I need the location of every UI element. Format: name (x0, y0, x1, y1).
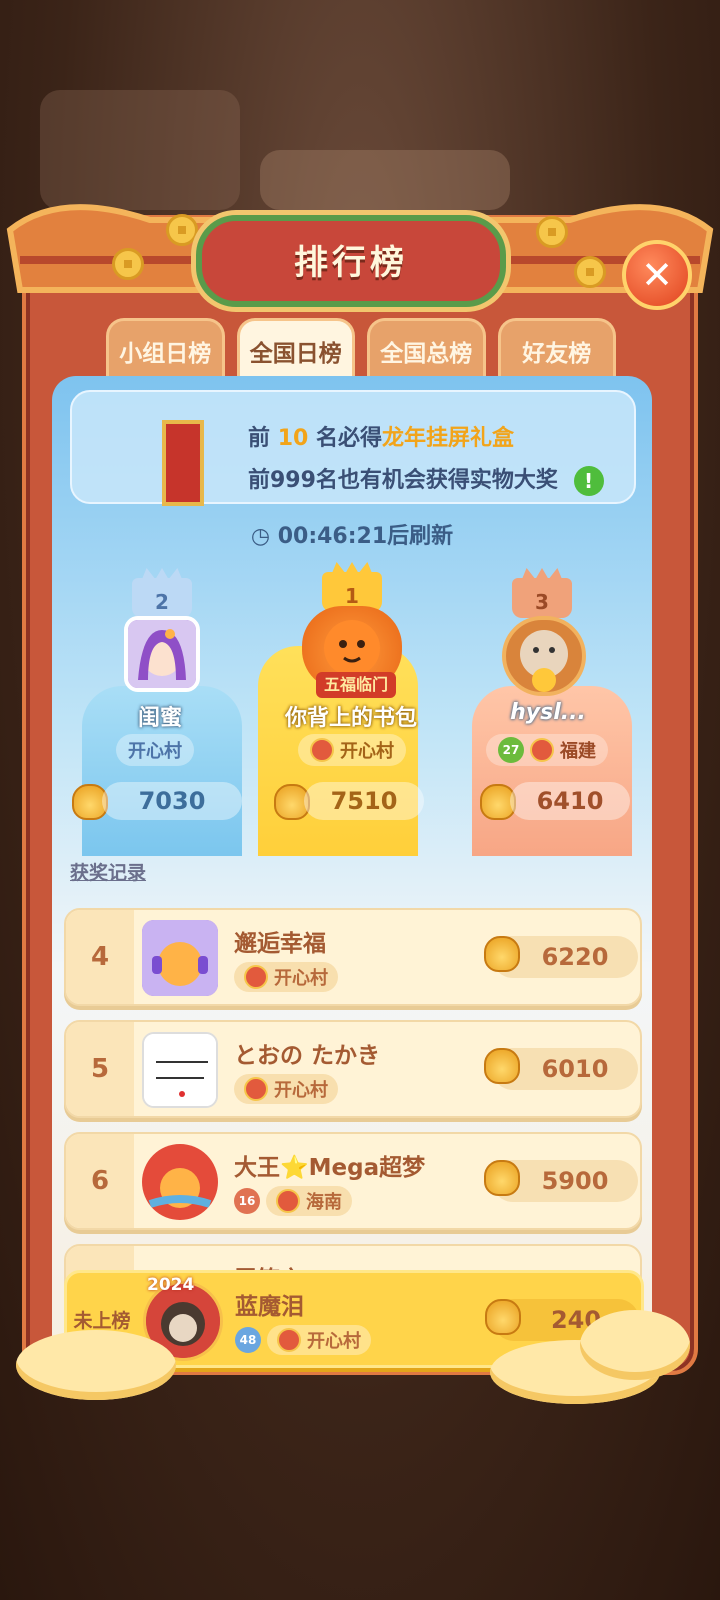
money-bag-icon (484, 936, 520, 972)
score-second: 7030 (102, 782, 242, 820)
player-tags: 开心村 (234, 1074, 338, 1104)
list-item[interactable]: 4 邂逅幸福 开心村 6220 (64, 908, 642, 1006)
girl-avatar-icon (128, 620, 196, 688)
coin-icon (166, 214, 198, 246)
avatar (142, 920, 218, 996)
rank-number: 6 (66, 1134, 134, 1228)
tab-friends[interactable]: 好友榜 (497, 318, 616, 380)
region-pill: 开心村 (234, 1074, 338, 1104)
avatar-frame-label: 五福临门 (316, 672, 396, 698)
player-tags: 16 海南 (234, 1186, 352, 1216)
reward-prefix: 前 (248, 426, 271, 451)
money-bag-icon (485, 1299, 521, 1335)
region-third-text: 福建 (560, 741, 596, 762)
clock-icon: ◷ (250, 524, 271, 549)
dragon-icon (530, 738, 554, 762)
my-name: 蓝魔泪 (235, 1294, 304, 1320)
level-badge: 16 (234, 1188, 260, 1214)
region-second: 开心村 (116, 734, 194, 766)
crown-bronze-icon: 3 (512, 578, 572, 618)
money-bag-icon (484, 1160, 520, 1196)
name-third: hysl... (510, 700, 586, 725)
region-text: 开心村 (274, 968, 328, 989)
region-first: 开心村 (298, 734, 406, 766)
coin-icon (536, 216, 568, 248)
cloud-decoration (16, 1330, 176, 1400)
title-plate: 排行榜 (196, 215, 506, 307)
tab-national-daily[interactable]: 全国日榜 (236, 318, 355, 380)
reward-line-1: 前 10 名必得龙年挂屏礼盒 (248, 420, 514, 452)
close-button[interactable]: ✕ (622, 240, 692, 310)
rank-3-number: 3 (535, 590, 549, 614)
refresh-timer: ◷ 00:46:21后刷新 (52, 518, 652, 550)
reward-middle: 名必得 (315, 426, 382, 451)
reward-line-2-text: 前999名也有机会获得实物大奖 (248, 468, 558, 493)
region-pill: 开心村 (234, 962, 338, 992)
reward-number: 10 (277, 426, 309, 451)
dragon-icon (244, 1077, 268, 1101)
player-name: とおの たかき (234, 1043, 381, 1069)
reward-line-2[interactable]: 前999名也有机会获得实物大奖 ! (248, 462, 604, 496)
dragon-icon (277, 1328, 301, 1352)
region-second-text: 开心村 (128, 741, 182, 762)
exclamation-icon[interactable]: ! (573, 466, 604, 496)
level-badge: 27 (498, 737, 524, 763)
player-name: 大王⭐Mega超梦 (234, 1155, 426, 1181)
score-first: 7510 (304, 782, 424, 820)
my-avatar-frame-label: 2024 (147, 1275, 195, 1295)
list-item[interactable]: 5 とおの たかき 开心村 6010 (64, 1020, 642, 1118)
region-pill: 海南 (266, 1186, 352, 1216)
cloud-decoration (580, 1310, 690, 1380)
avatar (142, 1144, 218, 1220)
coin-icon (574, 256, 606, 288)
rank-number: 4 (66, 910, 134, 1004)
reward-info-card: 前 10 名必得龙年挂屏礼盒 前999名也有机会获得实物大奖 ! (70, 390, 636, 506)
page-title: 排行榜 (294, 243, 408, 283)
list-item[interactable]: 6 大王⭐Mega超梦 16 海南 5900 (64, 1132, 642, 1230)
tab-bar: 小组日榜 全国日榜 全国总榜 好友榜 (106, 318, 616, 380)
crown-silver-icon: 2 (132, 578, 192, 618)
chick-dragon-icon (144, 1146, 216, 1218)
player-name: 邂逅幸福 (234, 931, 326, 957)
dragon-icon (276, 1189, 300, 1213)
scroll-gift-icon (162, 420, 204, 506)
reward-highlight: 龙年挂屏礼盒 (382, 426, 515, 451)
chick-headphones-icon (142, 920, 218, 996)
refresh-text: 00:46:21后刷新 (277, 524, 454, 549)
tab-national-total[interactable]: 全国总榜 (367, 318, 486, 380)
close-icon: ✕ (641, 253, 673, 297)
my-tags: 48 开心村 (235, 1325, 371, 1355)
name-first: 你背上的书包 (284, 706, 417, 731)
avatar (142, 1032, 218, 1108)
region-text: 开心村 (274, 1080, 328, 1101)
rank-number: 5 (66, 1022, 134, 1116)
region-first-text: 开心村 (340, 741, 394, 762)
tab-group-daily[interactable]: 小组日榜 (106, 318, 225, 380)
coin-icon (112, 248, 144, 280)
name-second: 闺蜜 (137, 706, 182, 731)
avatar-third[interactable] (502, 616, 586, 696)
dragon-icon (310, 738, 334, 762)
region-third: 27 福建 (486, 734, 608, 766)
score-third: 6410 (510, 782, 630, 820)
leaderboard-panel: 前 10 名必得龙年挂屏礼盒 前999名也有机会获得实物大奖 ! ◷ 00:46… (52, 376, 652, 1366)
region-pill: 开心村 (267, 1325, 371, 1355)
dragon-icon (244, 965, 268, 989)
rank-1-number: 1 (345, 584, 359, 608)
region-text: 开心村 (307, 1331, 361, 1352)
rank-2-number: 2 (155, 590, 169, 614)
avatar-second[interactable] (124, 616, 200, 692)
cat-avatar-icon (520, 630, 568, 692)
money-bag-icon (484, 1048, 520, 1084)
region-text: 海南 (306, 1192, 342, 1213)
level-badge: 48 (235, 1327, 261, 1353)
handwriting-avatar-icon (144, 1034, 216, 1106)
player-tags: 开心村 (234, 962, 338, 992)
award-history-link[interactable]: 获奖记录 (70, 858, 146, 885)
